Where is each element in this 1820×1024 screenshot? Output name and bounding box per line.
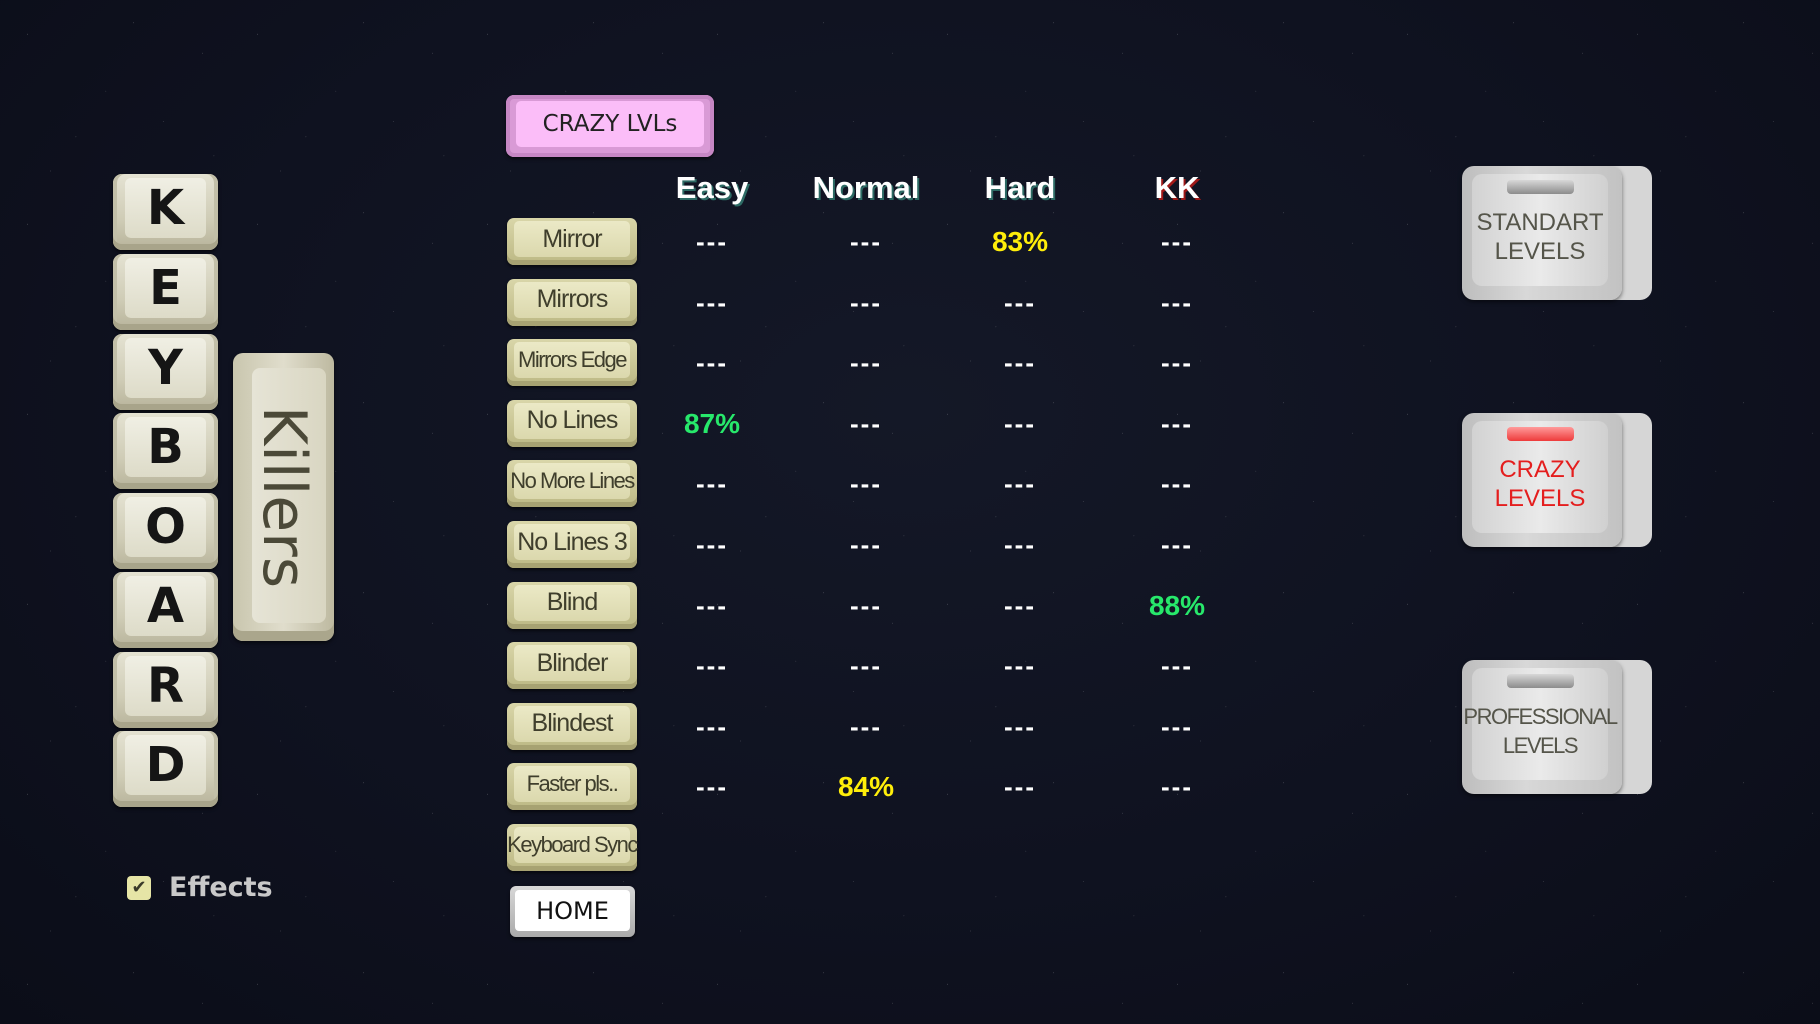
score-cell: ---: [1004, 771, 1036, 802]
level-button-no-lines-3[interactable]: No Lines 3: [507, 521, 637, 568]
level-button-blinder[interactable]: Blinder: [507, 642, 637, 690]
score-cell: ---: [850, 468, 882, 499]
mode-label-line1: CRAZY: [1499, 456, 1581, 483]
professional-levels-button[interactable]: PROFESSIONAL LEVELS: [1462, 660, 1652, 794]
level-button-blindest[interactable]: Blindest: [507, 702, 637, 750]
score-cell: ---: [850, 529, 882, 560]
standart-levels-button[interactable]: STANDART LEVELS: [1462, 166, 1652, 300]
level-button-mirrors-edge[interactable]: Mirrors Edge: [507, 339, 637, 387]
score-cell: ---: [1004, 590, 1036, 621]
score-cell: ---: [1004, 650, 1036, 681]
score-cell: ---: [1004, 711, 1036, 742]
column-header-normal: Normal: [812, 170, 920, 205]
score-cell: ---: [850, 287, 882, 318]
score-cell: 88%: [1148, 589, 1206, 621]
effects-toggle[interactable]: ✔ Effects: [127, 872, 273, 903]
column-header-easy: Easy: [675, 170, 749, 205]
score-cell: ---: [696, 590, 728, 621]
score-cell: ---: [1004, 468, 1036, 499]
score-cell: ---: [1161, 468, 1193, 499]
score-cell: ---: [1161, 347, 1193, 378]
logo-key-killers: Killers: [233, 353, 334, 641]
score-cell: ---: [850, 347, 882, 378]
logo-key-d: D: [113, 731, 218, 807]
column-header-kk: KK: [1154, 170, 1200, 205]
logo-key-b: B: [113, 413, 218, 489]
mode-label-line2: LEVELS: [1502, 733, 1579, 758]
score-cell: ---: [1161, 711, 1193, 742]
level-button-no-more-lines[interactable]: No More Lines: [507, 460, 637, 508]
mode-label-line2: LEVELS: [1494, 485, 1586, 512]
level-button-keyboard-sync[interactable]: Keyboard Sync: [507, 824, 638, 871]
level-button-faster-pls[interactable]: Faster pls..: [507, 763, 637, 811]
score-cell: ---: [850, 711, 882, 742]
score-cell: ---: [696, 650, 728, 681]
score-cell: ---: [696, 226, 728, 257]
logo-key-e: E: [113, 254, 218, 330]
score-cell: ---: [696, 468, 728, 499]
effects-label: Effects: [169, 872, 273, 903]
column-header-hard: Hard: [984, 170, 1056, 205]
indicator-light-icon: [1507, 180, 1574, 194]
logo-key-a: A: [113, 572, 218, 648]
logo-key-r: R: [113, 652, 218, 728]
indicator-light-icon: [1507, 674, 1574, 688]
level-button-mirrors[interactable]: Mirrors: [507, 278, 637, 326]
score-cell: ---: [1161, 226, 1193, 257]
score-cell: ---: [1004, 408, 1036, 439]
logo-key-k: K: [113, 174, 218, 250]
level-button-mirror[interactable]: Mirror: [507, 218, 637, 265]
score-cell: ---: [696, 711, 728, 742]
logo-key-o: O: [113, 493, 218, 569]
home-button[interactable]: HOME: [510, 886, 635, 937]
score-cell: 87%: [683, 407, 741, 439]
score-cell: ---: [1161, 529, 1193, 560]
score-cell: ---: [696, 287, 728, 318]
score-cell: ---: [696, 771, 728, 802]
score-cell: ---: [1161, 287, 1193, 318]
crazy-levels-button[interactable]: CRAZY LEVELS: [1462, 413, 1652, 547]
score-cell: ---: [850, 226, 882, 257]
logo-key-y: Y: [113, 334, 218, 410]
mode-label-line2: LEVELS: [1494, 238, 1586, 265]
category-title: CRAZY LVLs: [506, 95, 714, 157]
mode-label-line1: STANDART: [1476, 209, 1604, 236]
score-cell: ---: [1004, 347, 1036, 378]
score-cell: ---: [850, 408, 882, 439]
indicator-light-icon: [1507, 427, 1574, 441]
score-cell: ---: [850, 590, 882, 621]
score-cell: ---: [1004, 529, 1036, 560]
checkmark-icon: ✔: [131, 877, 147, 898]
score-cell: ---: [1004, 287, 1036, 318]
score-cell: 83%: [991, 226, 1049, 257]
score-cell: ---: [696, 529, 728, 560]
effects-checkbox[interactable]: ✔: [127, 875, 151, 900]
score-cell: ---: [1161, 650, 1193, 681]
mode-label-line1: PROFESSIONAL: [1463, 704, 1618, 729]
score-cell: 84%: [837, 771, 895, 803]
level-button-no-lines[interactable]: No Lines: [507, 399, 637, 447]
score-cell: ---: [696, 347, 728, 378]
score-cell: ---: [850, 650, 882, 681]
score-cell: ---: [1161, 408, 1193, 439]
score-cell: ---: [1161, 771, 1193, 802]
level-button-blind[interactable]: Blind: [507, 581, 637, 629]
